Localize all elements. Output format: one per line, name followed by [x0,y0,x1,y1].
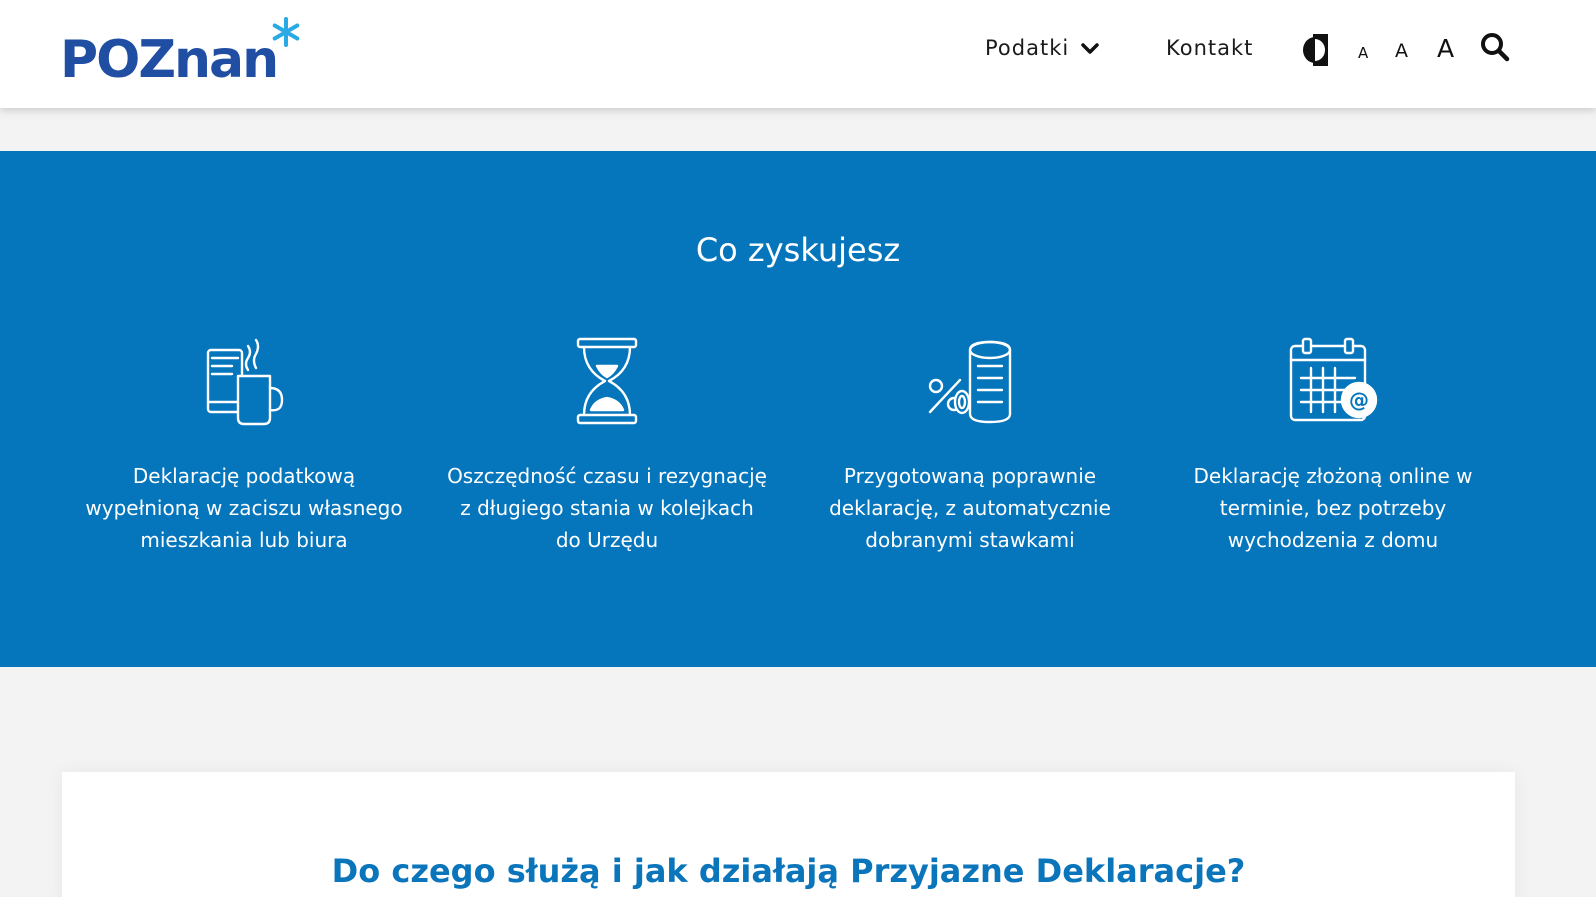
benefit-item: Deklarację podatkową wypełnioną w zacisz… [84,336,404,556]
info-card: Do czego służą i jak działają Przyjazne … [62,772,1515,897]
benefit-text: Oszczędność czasu i rezygnację z długieg… [447,464,767,552]
chevron-down-icon [1081,43,1099,54]
nav-podatki[interactable]: Podatki [985,36,1099,60]
logo-text: POZnan [60,30,279,90]
site-header: POZnan Podatki Kontakt A A A [0,0,1596,108]
phone-mug-icon [202,336,286,426]
benefits-title: Co zyskujesz [695,231,901,269]
benefit-text: Przygotowaną poprawnie deklarację, z aut… [829,464,1111,552]
calendar-at-icon: @ [1287,336,1379,426]
card-title: Do czego służą i jak działają Przyjazne … [331,852,1246,890]
benefit-item: Przygotowaną poprawnie deklarację, z aut… [810,336,1130,556]
search-icon[interactable] [1480,32,1510,66]
benefits-section: Co zyskujesz Deklarację podatkową wypełn… [0,151,1596,667]
svg-text:@: @ [1349,388,1369,412]
nav-kontakt[interactable]: Kontakt [1166,36,1253,60]
benefit-text: Deklarację podatkową wypełnioną w zacisz… [85,464,403,552]
contrast-toggle-icon[interactable] [1300,33,1330,71]
benefit-text: Deklarację złożoną online w terminie, be… [1193,464,1473,552]
font-size-small-button[interactable]: A [1358,44,1368,62]
poznan-logo[interactable]: POZnan [60,16,300,90]
logo-star-icon [272,17,300,47]
nav-kontakt-label: Kontakt [1166,36,1254,60]
benefit-item: Oszczędność czasu i rezygnację z długieg… [447,336,767,556]
nav-podatki-label: Podatki [985,36,1070,60]
percent-coins-icon [922,336,1018,426]
benefit-item: @ Deklarację złożoną online w terminie, … [1173,336,1493,556]
hourglass-icon [575,336,639,426]
font-size-large-button[interactable]: A [1437,34,1454,63]
font-size-medium-button[interactable]: A [1395,40,1408,62]
